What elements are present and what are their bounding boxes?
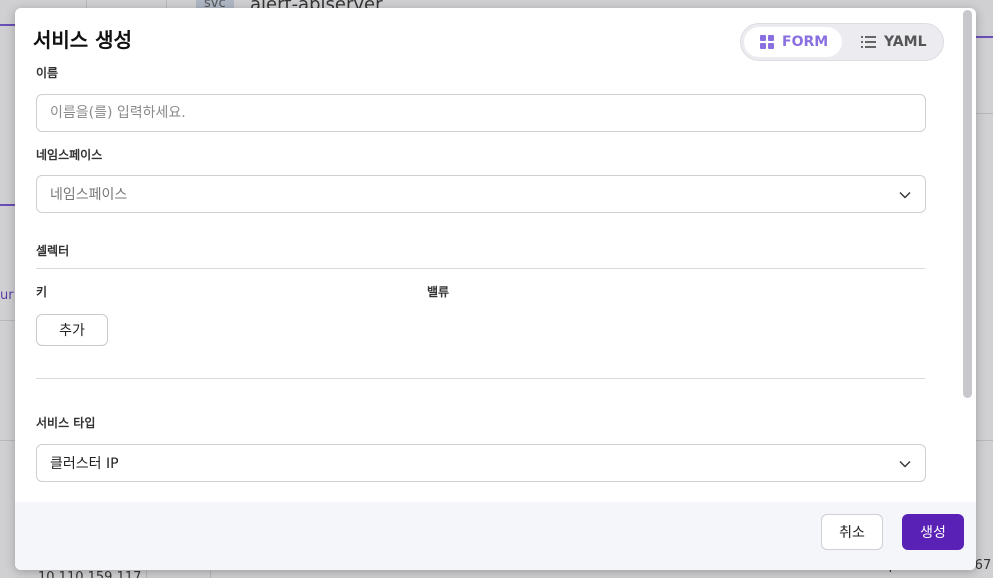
namespace-select[interactable]: 네임스페이스 [36, 175, 926, 213]
add-selector-button[interactable]: 추가 [36, 314, 108, 346]
create-button[interactable]: 생성 [902, 514, 964, 550]
selector-value-label: 밸류 [427, 285, 450, 299]
selector-label: 셀렉터 [36, 244, 70, 258]
namespace-placeholder: 네임스페이스 [50, 187, 128, 203]
grid-icon [760, 35, 774, 49]
name-input[interactable] [36, 94, 926, 132]
chevron-down-icon [899, 461, 911, 468]
bg-side-text: eur [0, 288, 14, 303]
bg-bottom-left: 10.110.159.117 [38, 570, 142, 578]
form-mode-button[interactable]: FORM [744, 27, 842, 57]
service-type-value: 클러스터 IP [50, 456, 119, 472]
create-service-dialog: 서비스 생성 FORM YAML 이름 네임스페이스 네임스페이스 셀렉터 키 … [15, 8, 976, 570]
yaml-mode-button[interactable]: YAML [845, 27, 943, 57]
chevron-down-icon [899, 192, 911, 199]
service-type-label: 서비스 타입 [36, 416, 96, 430]
selector-divider [36, 268, 925, 269]
namespace-label: 네임스페이스 [36, 148, 103, 162]
section-divider [36, 378, 925, 379]
selector-key-label: 키 [36, 285, 48, 299]
scrollbar-thumb[interactable] [963, 10, 972, 398]
dialog-footer: 취소 생성 [15, 502, 976, 570]
cancel-button[interactable]: 취소 [821, 514, 883, 550]
view-mode-toggle: FORM YAML [740, 23, 944, 61]
yaml-mode-label: YAML [884, 34, 927, 50]
form-mode-label: FORM [782, 34, 829, 50]
dialog-title: 서비스 생성 [33, 28, 132, 52]
service-type-select[interactable]: 클러스터 IP [36, 444, 926, 482]
list-icon [861, 36, 876, 48]
name-label: 이름 [36, 66, 59, 80]
dialog-scrollbar[interactable] [961, 10, 973, 400]
